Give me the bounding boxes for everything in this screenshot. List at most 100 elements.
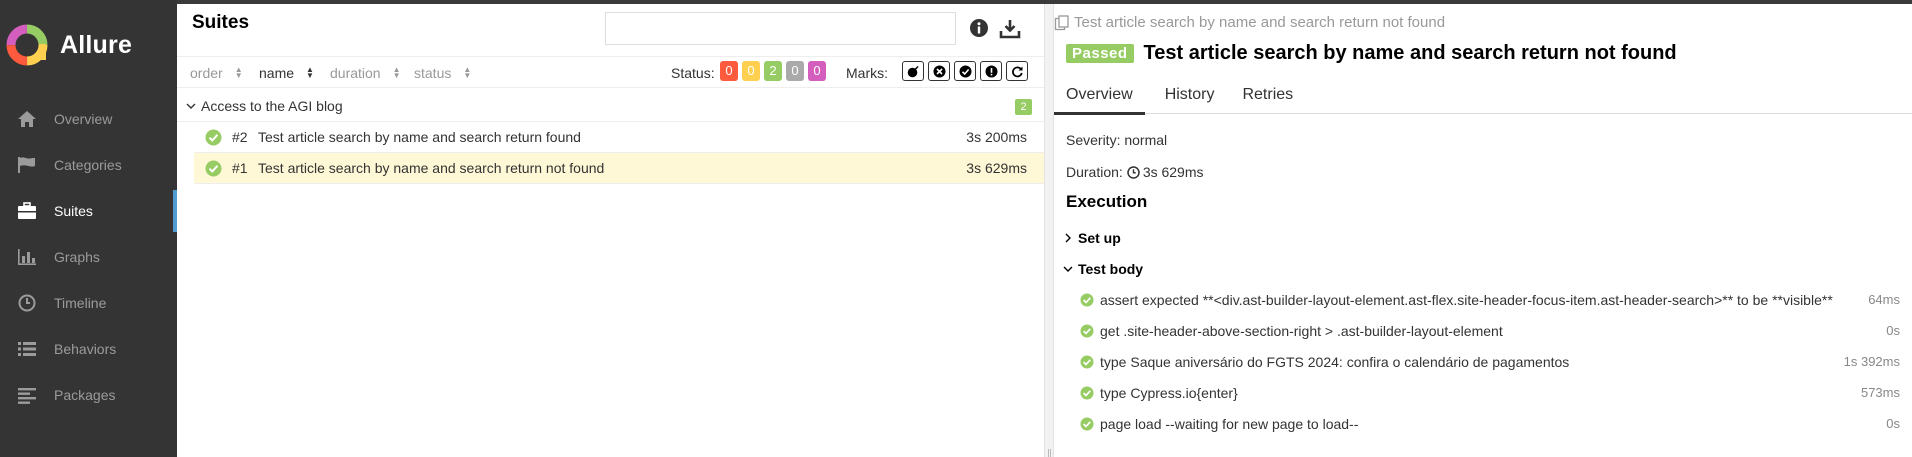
test-row[interactable]: #2 Test article search by name and searc… bbox=[194, 122, 1044, 153]
suite-group-row[interactable]: Access to the AGI blog 2 bbox=[177, 90, 1044, 122]
status-badge: Passed bbox=[1066, 44, 1134, 63]
search-input[interactable] bbox=[605, 12, 956, 45]
status-passed-badge[interactable]: 2 bbox=[764, 61, 782, 81]
chevron-down-icon bbox=[1063, 266, 1073, 272]
suite-group-name: Access to the AGI blog bbox=[201, 97, 343, 114]
sort-bar: order ▲ ▼ name ▲ ▼ duration ▲ ▼ status ▲ ▼ S… bbox=[177, 56, 1044, 88]
home-icon bbox=[16, 108, 38, 130]
status-broken-badge[interactable]: 0 bbox=[742, 61, 760, 81]
exclamation-circle-icon bbox=[985, 65, 997, 77]
passed-check-icon bbox=[205, 129, 222, 145]
setup-section[interactable]: Set up bbox=[1062, 230, 1121, 246]
detail-tabs: Overview History Retries bbox=[1054, 76, 1912, 115]
execution-title: Execution bbox=[1066, 192, 1148, 211]
sidebar-item-label: Overview bbox=[54, 111, 113, 127]
test-title-row: Passed Test article search by name and s… bbox=[1066, 42, 1677, 65]
sidebar-item-label: Categories bbox=[54, 157, 122, 173]
duration-value: 3s 629ms bbox=[1142, 164, 1204, 180]
sort-arrows-icon: ▲ ▼ bbox=[234, 65, 243, 80]
brand[interactable]: Allure bbox=[6, 20, 132, 70]
passed-check-icon bbox=[1080, 293, 1094, 307]
sidebar: Allure Overview Categories Suites Graphs bbox=[0, 0, 177, 457]
sidebar-item-categories[interactable]: Categories bbox=[0, 142, 177, 188]
marks-filter-label: Marks: bbox=[846, 65, 888, 81]
suite-group-count-badge: 2 bbox=[1015, 99, 1032, 115]
sort-arrows-icon: ▲ ▼ bbox=[463, 65, 472, 80]
status-unknown-badge[interactable]: 0 bbox=[808, 61, 826, 81]
status-filter-label: Status: bbox=[671, 65, 715, 81]
test-duration: 3s 629ms bbox=[966, 160, 1027, 176]
allure-logo-icon bbox=[6, 24, 48, 66]
sidebar-item-label: Packages bbox=[54, 387, 116, 403]
step-row[interactable]: page load --waiting for new page to load… bbox=[1080, 412, 1912, 436]
tab-retries[interactable]: Retries bbox=[1234, 76, 1301, 114]
tab-history[interactable]: History bbox=[1145, 76, 1235, 114]
test-body-section[interactable]: Test body bbox=[1062, 261, 1143, 277]
test-row-selected[interactable]: #1 Test article search by name and searc… bbox=[194, 153, 1044, 184]
clock-icon bbox=[16, 292, 38, 314]
step-duration: 64ms bbox=[1868, 292, 1900, 307]
sort-name[interactable]: name ▲ ▼ bbox=[259, 65, 314, 81]
page-title: Suites bbox=[192, 12, 250, 33]
download-icon[interactable] bbox=[999, 18, 1021, 40]
check-circle-icon bbox=[959, 65, 971, 77]
sort-arrows-icon: ▲ ▼ bbox=[392, 65, 401, 80]
test-detail-pane: Test article search by name and search r… bbox=[1054, 4, 1912, 457]
breadcrumb[interactable]: Test article search by name and search r… bbox=[1054, 14, 1445, 31]
sort-status[interactable]: status ▲ ▼ bbox=[414, 65, 471, 81]
sort-duration-label: duration bbox=[330, 65, 381, 81]
times-circle-icon bbox=[933, 65, 945, 77]
sort-arrows-icon: ▲ ▼ bbox=[306, 65, 314, 80]
sidebar-item-suites[interactable]: Suites bbox=[0, 188, 177, 234]
brand-name: Allure bbox=[60, 30, 133, 59]
step-row[interactable]: type Cypress.io{enter} 573ms bbox=[1080, 381, 1912, 405]
passed-check-icon bbox=[1080, 417, 1094, 431]
mark-flaky-button[interactable] bbox=[902, 61, 924, 81]
sort-status-label: status bbox=[414, 65, 452, 81]
sidebar-item-label: Graphs bbox=[54, 249, 100, 265]
chevron-right-icon bbox=[1065, 233, 1071, 243]
test-name: Test article search by name and search r… bbox=[258, 129, 581, 145]
mark-retries-button[interactable] bbox=[1006, 61, 1028, 81]
passed-check-icon bbox=[1080, 355, 1094, 369]
sort-duration[interactable]: duration ▲ ▼ bbox=[330, 65, 401, 81]
sidebar-item-packages[interactable]: Packages bbox=[0, 372, 177, 418]
test-number: #1 bbox=[232, 160, 248, 176]
step-row[interactable]: type Saque aniversário do FGTS 2024: con… bbox=[1080, 350, 1912, 374]
step-row[interactable]: assert expected **<div.ast-builder-layou… bbox=[1080, 288, 1912, 312]
step-text: type Cypress.io{enter} bbox=[1100, 385, 1238, 401]
test-number: #2 bbox=[232, 129, 248, 145]
tab-overview[interactable]: Overview bbox=[1054, 76, 1145, 115]
sidebar-item-label: Timeline bbox=[54, 295, 107, 311]
chevron-down-icon bbox=[186, 103, 196, 109]
step-text: assert expected **<div.ast-builder-layou… bbox=[1100, 292, 1833, 308]
status-skipped-badge[interactable]: 0 bbox=[786, 61, 804, 81]
mark-new-broken-button[interactable] bbox=[980, 61, 1002, 81]
sidebar-nav: Overview Categories Suites Graphs Timeli… bbox=[0, 96, 177, 418]
status-failed-badge[interactable]: 0 bbox=[720, 61, 738, 81]
passed-check-icon bbox=[205, 160, 222, 176]
step-duration: 0s bbox=[1886, 323, 1900, 338]
splitter-grip-icon bbox=[1048, 449, 1051, 457]
test-duration: 3s 200ms bbox=[966, 129, 1027, 145]
setup-label: Set up bbox=[1078, 230, 1121, 246]
bar-chart-icon bbox=[16, 246, 38, 268]
step-text: page load --waiting for new page to load… bbox=[1100, 416, 1359, 432]
sort-order[interactable]: order ▲ ▼ bbox=[190, 65, 243, 81]
sidebar-item-graphs[interactable]: Graphs bbox=[0, 234, 177, 280]
step-text: type Saque aniversário do FGTS 2024: con… bbox=[1100, 354, 1570, 370]
sidebar-item-timeline[interactable]: Timeline bbox=[0, 280, 177, 326]
step-text: get .site-header-above-section-right > .… bbox=[1100, 323, 1503, 339]
pane-splitter[interactable] bbox=[1044, 4, 1054, 457]
sidebar-item-overview[interactable]: Overview bbox=[0, 96, 177, 142]
sort-name-label: name bbox=[259, 65, 295, 81]
test-body-label: Test body bbox=[1078, 261, 1144, 277]
step-duration: 0s bbox=[1886, 416, 1900, 431]
mark-new-passed-button[interactable] bbox=[954, 61, 976, 81]
info-icon[interactable] bbox=[969, 18, 989, 38]
passed-check-icon bbox=[1080, 324, 1094, 338]
sidebar-item-behaviors[interactable]: Behaviors bbox=[0, 326, 177, 372]
mark-new-failed-button[interactable] bbox=[928, 61, 950, 81]
step-row[interactable]: get .site-header-above-section-right > .… bbox=[1080, 319, 1912, 343]
duration-label: Duration: bbox=[1066, 164, 1123, 180]
